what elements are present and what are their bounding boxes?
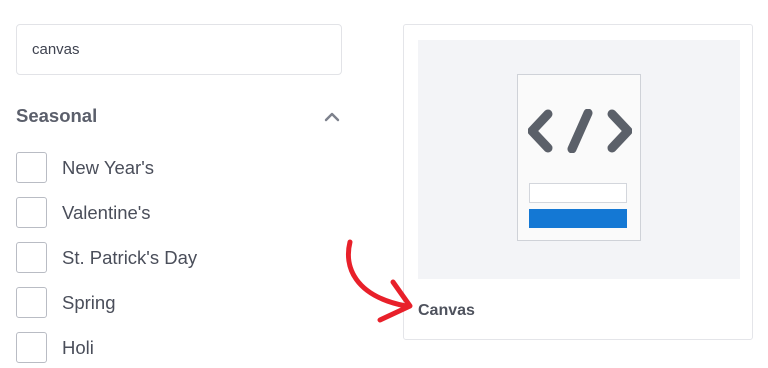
seasonal-filter-list: New Year's Valentine's St. Patrick's Day… <box>16 152 346 368</box>
section-title: Seasonal <box>16 105 98 126</box>
filter-item-spring[interactable]: Spring <box>16 287 346 332</box>
card-title: Canvas <box>418 302 475 319</box>
preview-submit-button <box>529 209 627 228</box>
search-input[interactable] <box>17 25 341 74</box>
filter-item-valentines[interactable]: Valentine's <box>16 197 346 242</box>
template-preview[interactable] <box>418 40 740 279</box>
filter-label: Holi <box>62 337 94 358</box>
preview-document <box>517 74 641 241</box>
filter-label: St. Patrick's Day <box>62 247 198 268</box>
preview-input-field <box>529 183 627 203</box>
filter-item-st-patricks-day[interactable]: St. Patrick's Day <box>16 242 346 287</box>
search-box <box>16 24 342 75</box>
checkbox[interactable] <box>16 242 47 273</box>
filter-label: Spring <box>62 292 116 313</box>
seasonal-section-header[interactable]: Seasonal <box>16 103 342 131</box>
checkbox[interactable] <box>16 197 47 228</box>
filter-item-new-years[interactable]: New Year's <box>16 152 346 197</box>
red-arrow-annotation-icon <box>345 239 413 323</box>
checkbox[interactable] <box>16 332 47 363</box>
filter-item-holi[interactable]: Holi <box>16 332 346 368</box>
checkbox[interactable] <box>16 287 47 318</box>
chevron-up-icon[interactable] <box>322 107 342 127</box>
template-picker: Seasonal New Year's Valentine's St. Patr… <box>0 0 768 368</box>
template-card-canvas[interactable]: Canvas <box>403 24 753 340</box>
code-icon <box>528 109 632 153</box>
checkbox[interactable] <box>16 152 47 183</box>
filter-label: Valentine's <box>62 202 151 223</box>
filter-label: New Year's <box>62 157 154 178</box>
